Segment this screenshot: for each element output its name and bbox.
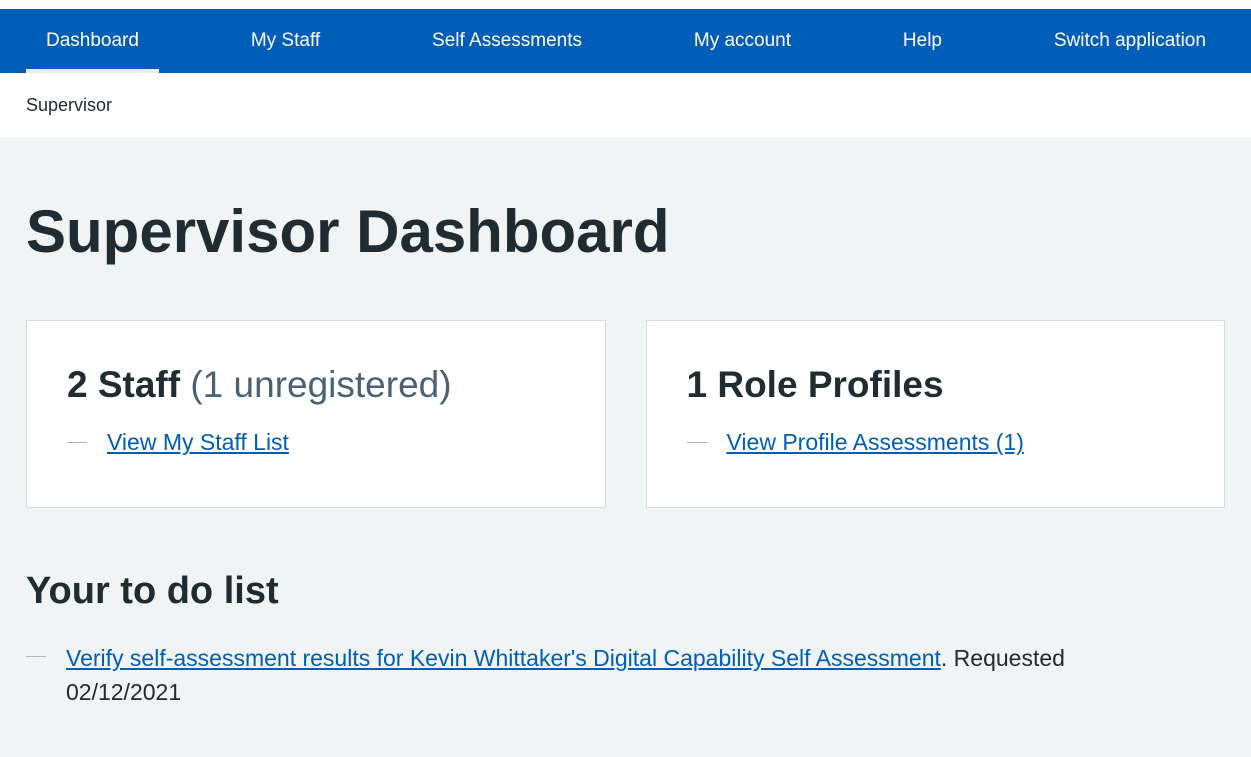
staff-card: 2 Staff (1 unregistered) View My Staff L… bbox=[26, 320, 606, 508]
nav-help[interactable]: Help bbox=[883, 9, 962, 73]
nav-self-assessments[interactable]: Self Assessments bbox=[412, 9, 602, 73]
dash-marker bbox=[686, 442, 707, 444]
list-item: Verify self-assessment results for Kevin… bbox=[26, 641, 1225, 709]
summary-cards: 2 Staff (1 unregistered) View My Staff L… bbox=[26, 320, 1225, 508]
page-title: Supervisor Dashboard bbox=[26, 198, 670, 265]
view-my-staff-list-link[interactable]: View My Staff List bbox=[107, 429, 289, 456]
view-profile-assessments-link[interactable]: View Profile Assessments (1) bbox=[727, 429, 1024, 456]
todo-item-text: Verify self-assessment results for Kevin… bbox=[66, 641, 1166, 709]
profiles-link-row: View Profile Assessments (1) bbox=[686, 429, 1185, 456]
staff-link-row: View My Staff List bbox=[67, 429, 565, 456]
breadcrumb: Supervisor bbox=[26, 94, 113, 115]
main-navigation: Dashboard My Staff Self Assessments My a… bbox=[0, 9, 1251, 73]
role-profiles-card: 1 Role Profiles View Profile Assessments… bbox=[645, 320, 1225, 508]
todo-list-title: Your to do list bbox=[26, 570, 279, 612]
dash-marker bbox=[67, 442, 87, 444]
verify-self-assessment-link[interactable]: Verify self-assessment results for Kevin… bbox=[66, 645, 941, 671]
unregistered-count: (1 unregistered) bbox=[190, 364, 452, 405]
main-content: Supervisor Dashboard 2 Staff (1 unregist… bbox=[0, 199, 1251, 709]
nav-dashboard[interactable]: Dashboard bbox=[26, 9, 159, 73]
nav-my-staff[interactable]: My Staff bbox=[231, 9, 340, 73]
nav-switch-application[interactable]: Switch application bbox=[1034, 9, 1221, 73]
breadcrumb-bar: Supervisor bbox=[0, 73, 1251, 137]
staff-count: 2 Staff bbox=[67, 364, 181, 405]
nav-my-account[interactable]: My account bbox=[674, 9, 811, 73]
staff-card-title: 2 Staff (1 unregistered) bbox=[67, 363, 565, 407]
top-strip bbox=[0, 0, 1251, 9]
dash-marker bbox=[26, 656, 46, 657]
role-profiles-title: 1 Role Profiles bbox=[686, 364, 944, 405]
